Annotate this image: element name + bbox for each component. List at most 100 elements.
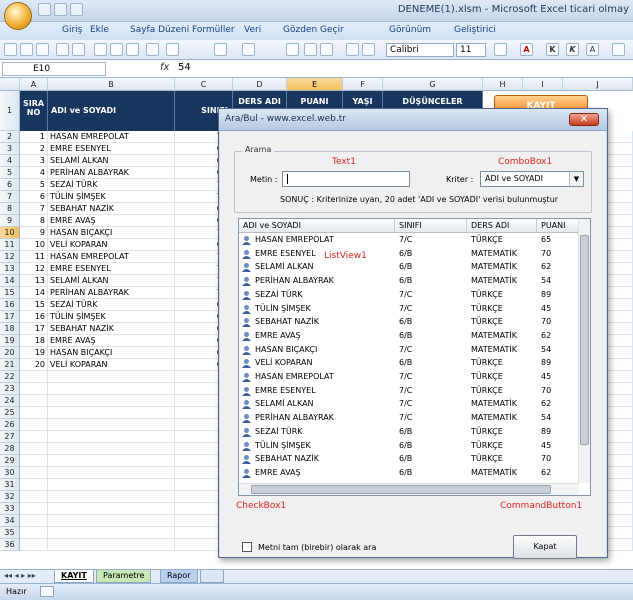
preview-icon[interactable] xyxy=(72,43,85,56)
sheet-nav-arrows-icon[interactable]: ◂◂ ◂ ▸ ▸▸ xyxy=(4,571,36,580)
tab-gorunum[interactable]: Görünüm xyxy=(389,25,431,35)
sheet-tab-parametre[interactable]: Parametre xyxy=(96,570,152,583)
cell[interactable] xyxy=(20,467,48,479)
col-header-e[interactable]: E xyxy=(287,78,343,91)
cell[interactable] xyxy=(48,383,175,395)
col-header-f[interactable]: F xyxy=(343,78,383,91)
office-button[interactable] xyxy=(4,2,32,30)
cell[interactable] xyxy=(48,515,175,527)
chevron-down-icon[interactable]: ▼ xyxy=(569,172,583,186)
cell[interactable]: SEZAİ TÜRK xyxy=(48,179,175,191)
cell[interactable] xyxy=(20,383,48,395)
cell[interactable] xyxy=(48,407,175,419)
cell[interactable] xyxy=(20,431,48,443)
cell[interactable] xyxy=(20,515,48,527)
redo-icon[interactable] xyxy=(242,43,255,56)
col-header-a[interactable]: A xyxy=(20,78,48,91)
redo-icon[interactable] xyxy=(70,3,83,16)
cell[interactable]: SEBAHAT NAZİK xyxy=(48,203,175,215)
row-header[interactable]: 2 xyxy=(0,131,20,143)
font-name-select[interactable]: Calibri xyxy=(386,43,454,57)
row-header[interactable]: 1 xyxy=(0,91,20,131)
cell[interactable] xyxy=(48,539,175,551)
row-header[interactable]: 29 xyxy=(0,455,20,467)
fx-icon[interactable]: fx xyxy=(160,62,169,73)
format-painter-icon[interactable] xyxy=(146,43,159,56)
cell[interactable] xyxy=(20,527,48,539)
paste-icon[interactable] xyxy=(126,43,139,56)
hscroll-thumb[interactable] xyxy=(251,485,551,494)
row-header[interactable]: 15 xyxy=(0,287,20,299)
list-item[interactable]: PERİHAN ALBAYRAK 7/C MATEMATİK 54 xyxy=(239,412,579,426)
list-item[interactable]: TÜLİN ŞİMŞEK 6/B TÜRKÇE 45 xyxy=(239,440,579,454)
cell[interactable]: 1 xyxy=(20,131,48,143)
cell[interactable]: EMRE ESENYEL xyxy=(48,263,175,275)
list-item[interactable]: HASAN EMREPOLAT 7/C TÜRKÇE 45 xyxy=(239,371,579,385)
row-header[interactable]: 34 xyxy=(0,515,20,527)
row-header[interactable]: 12 xyxy=(0,251,20,263)
cell[interactable]: 2 xyxy=(20,143,48,155)
cell[interactable] xyxy=(20,539,48,551)
cell[interactable]: 19 xyxy=(20,347,48,359)
cell[interactable]: SEZAİ TÜRK xyxy=(48,299,175,311)
chart-icon[interactable] xyxy=(346,43,359,56)
metin-input[interactable] xyxy=(282,171,410,187)
close-button[interactable]: Kapat xyxy=(513,535,577,559)
clipboard-icon[interactable] xyxy=(166,43,179,56)
list-item[interactable]: SEBAHAT NAZİK 6/B TÜRKÇE 70 xyxy=(239,316,579,330)
row-header[interactable]: 21 xyxy=(0,359,20,371)
listview-vertical-scrollbar[interactable] xyxy=(578,219,590,483)
cell[interactable] xyxy=(20,491,48,503)
cut-icon[interactable] xyxy=(94,43,107,56)
cell[interactable]: 20 xyxy=(20,359,48,371)
font-size-select[interactable]: 11 xyxy=(456,43,486,57)
align-icon[interactable] xyxy=(612,43,625,56)
row-header[interactable]: 31 xyxy=(0,479,20,491)
lv-header-sinifi[interactable]: SINIFI xyxy=(395,219,467,233)
cell[interactable] xyxy=(20,407,48,419)
list-item[interactable]: EMRE ESENYEL 6/B MATEMATİK 70 xyxy=(239,248,579,262)
cell[interactable]: HASAN BIÇAKÇI xyxy=(48,347,175,359)
cell[interactable] xyxy=(48,527,175,539)
row-header[interactable]: 13 xyxy=(0,263,20,275)
cell[interactable]: SEBAHAT NAZİK xyxy=(48,323,175,335)
list-item[interactable]: TÜLİN ŞİMŞEK 7/C TÜRKÇE 45 xyxy=(239,303,579,317)
list-item[interactable]: SEZAİ TÜRK 6/B TÜRKÇE 89 xyxy=(239,426,579,440)
cell[interactable]: TÜLİN ŞİMŞEK xyxy=(48,311,175,323)
macro-record-icon[interactable] xyxy=(40,586,54,597)
cell[interactable]: 3 xyxy=(20,155,48,167)
cell[interactable]: EMRE AVAŞ xyxy=(48,215,175,227)
col-header-j[interactable]: J xyxy=(563,78,633,91)
row-header[interactable]: 8 xyxy=(0,203,20,215)
cell[interactable] xyxy=(48,395,175,407)
undo-icon[interactable] xyxy=(54,3,67,16)
lv-header-puani[interactable]: PUANI xyxy=(537,219,579,233)
row-header[interactable]: 7 xyxy=(0,191,20,203)
cell[interactable] xyxy=(20,371,48,383)
col-header-g[interactable]: G xyxy=(383,78,483,91)
row-header[interactable]: 27 xyxy=(0,431,20,443)
cell[interactable] xyxy=(20,455,48,467)
list-item[interactable]: EMRE ESENYEL 7/C TÜRKÇE 70 xyxy=(239,385,579,399)
cell[interactable] xyxy=(20,395,48,407)
listview-horizontal-scrollbar[interactable] xyxy=(239,483,579,495)
sheet-tab-kayit[interactable]: KAYIT xyxy=(54,570,94,583)
list-item[interactable]: EMRE AVAŞ 6/B MATEMATİK 62 xyxy=(239,330,579,344)
row-header[interactable]: 24 xyxy=(0,395,20,407)
cell[interactable]: 7 xyxy=(20,203,48,215)
lv-header-adi[interactable]: ADI ve SOYADI xyxy=(239,219,395,233)
cell[interactable]: EMRE ESENYEL xyxy=(48,143,175,155)
tab-gelistirici[interactable]: Geliştirici xyxy=(454,25,496,35)
dialog-title-bar[interactable]: Ara/Bul - www.excel.web.tr ✕ xyxy=(219,109,607,131)
cell[interactable]: 9 xyxy=(20,227,48,239)
autosum-icon[interactable] xyxy=(286,43,299,56)
row-header[interactable]: 9 xyxy=(0,215,20,227)
italic-button[interactable]: K xyxy=(566,43,579,56)
undo-icon[interactable] xyxy=(214,43,227,56)
cell[interactable] xyxy=(20,479,48,491)
col-header-b[interactable]: B xyxy=(48,78,175,91)
list-item[interactable]: PERİHAN ALBAYRAK 6/B MATEMATİK 54 xyxy=(239,275,579,289)
cell[interactable]: 6 xyxy=(20,191,48,203)
cell[interactable]: 18 xyxy=(20,335,48,347)
select-all-corner[interactable] xyxy=(0,78,20,91)
